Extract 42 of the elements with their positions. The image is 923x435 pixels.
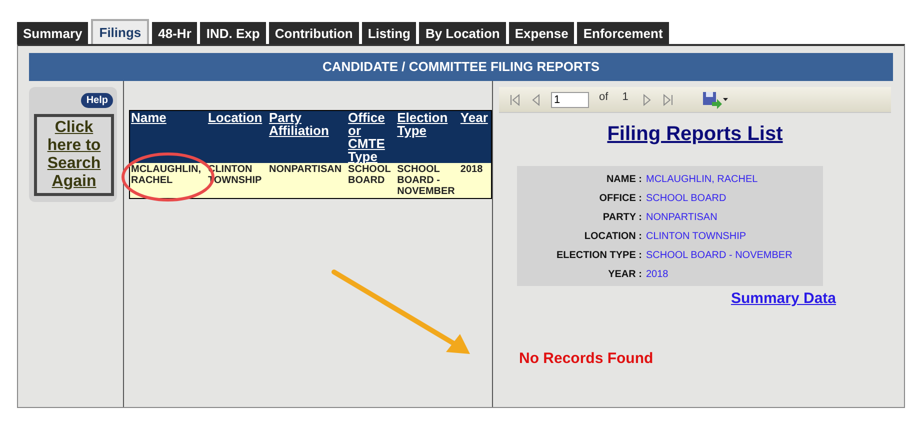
- detail-value: SCHOOL BOARD - NOVEMBER: [646, 250, 794, 261]
- report-title: Filing Reports List: [606, 123, 784, 146]
- previous-page-icon[interactable]: [531, 94, 541, 106]
- detail-value: CLINTON TOWNSHIP: [646, 231, 748, 242]
- detail-value: MCLAUGHLIN, RACHEL: [646, 174, 759, 185]
- tab[interactable]: Enforcement: [577, 22, 669, 44]
- column-header-link[interactable]: Name: [131, 111, 166, 124]
- first-page-icon[interactable]: [509, 94, 521, 106]
- page-total: 1: [622, 90, 628, 102]
- table-cell: 2018: [460, 164, 483, 175]
- detail-value: NONPARTISAN: [646, 212, 718, 223]
- help-button[interactable]: Help: [81, 93, 113, 108]
- table-cell: SCHOOL BOARD: [348, 164, 391, 186]
- search-again-button[interactable]: Click here to Search Again: [34, 114, 114, 196]
- detail-label: PARTY :: [602, 212, 642, 223]
- next-page-icon[interactable]: [642, 94, 652, 106]
- tab[interactable]: 48-Hr: [152, 22, 198, 44]
- table-cell: MCLAUGHLIN, RACHEL: [131, 164, 201, 186]
- page-number-field[interactable]: 1: [551, 92, 589, 108]
- tab[interactable]: Expense: [508, 22, 574, 44]
- no-records-message: No Records Found: [519, 350, 654, 367]
- export-icon[interactable]: [702, 90, 728, 108]
- section-header: CANDIDATE / COMMITTEE FILING REPORTS: [29, 53, 893, 81]
- detail-label: ELECTION TYPE :: [555, 250, 642, 261]
- tab[interactable]: Filings: [91, 19, 150, 44]
- table-cell: SCHOOL BOARD - NOVEMBER: [397, 164, 455, 197]
- page-of-label: of: [599, 90, 608, 102]
- tab[interactable]: Summary: [17, 22, 88, 44]
- tab[interactable]: Contribution: [268, 22, 359, 44]
- detail-value: SCHOOL BOARD: [646, 193, 728, 204]
- detail-label: NAME :: [605, 174, 642, 185]
- detail-label: LOCATION :: [583, 231, 642, 242]
- column-header-link[interactable]: Office or CMTE Type: [348, 111, 396, 163]
- last-page-icon[interactable]: [662, 94, 674, 106]
- tab[interactable]: Listing: [362, 22, 416, 44]
- tab[interactable]: IND. Exp: [200, 22, 266, 44]
- summary-data-link[interactable]: Summary Data: [730, 290, 836, 307]
- detail-label: YEAR :: [607, 269, 642, 280]
- detail-label: OFFICE :: [598, 193, 642, 204]
- table-cell: NONPARTISAN: [268, 164, 342, 175]
- detail-value: 2018: [646, 269, 670, 280]
- tab[interactable]: By Location: [419, 22, 506, 44]
